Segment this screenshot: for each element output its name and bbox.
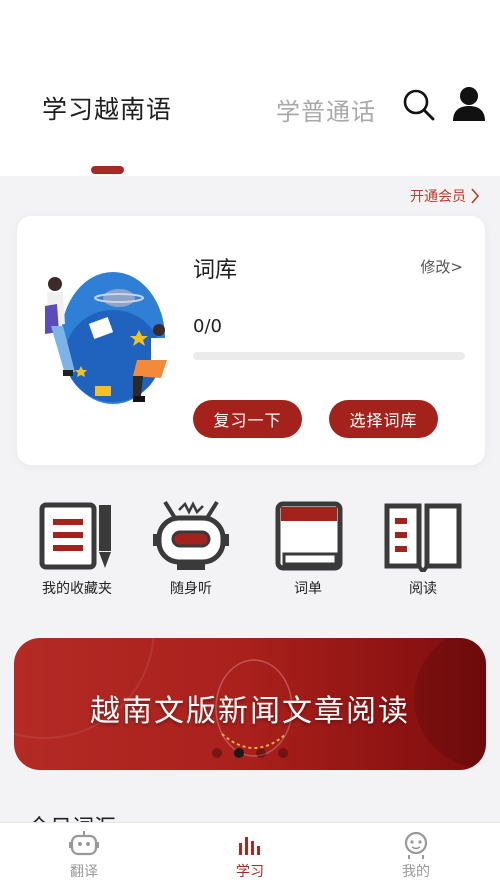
tab-learn-mandarin[interactable]: 学普通话 (276, 92, 376, 127)
quick-action-label: 阅读 (409, 581, 437, 597)
user-icon[interactable] (452, 86, 486, 122)
carousel-dot[interactable] (278, 748, 288, 758)
open-book-icon (384, 503, 462, 572)
quick-action-listen[interactable]: 随身听 (141, 500, 241, 598)
bars-icon (239, 837, 260, 855)
book-icon (275, 501, 343, 571)
vocab-card: 词库 修改> 0/0 复习一下 选择词库 (17, 216, 485, 465)
tab-learn-vietnamese[interactable]: 学习越南语 (42, 90, 172, 126)
top-header: 学习越南语 学普通话 (0, 0, 500, 176)
profile-icon (404, 831, 428, 859)
carousel-dot-active[interactable] (234, 748, 244, 758)
quick-action-label: 词单 (294, 581, 322, 597)
chevron-right-icon (471, 188, 480, 204)
vocab-edit-link[interactable]: 修改> (420, 256, 463, 277)
quick-action-label: 随身听 (170, 581, 212, 597)
carousel-dot[interactable] (256, 748, 266, 758)
open-vip-link[interactable]: 开通会员 (410, 186, 480, 206)
choose-wordbank-button[interactable]: 选择词库 (329, 400, 438, 438)
nav-label: 翻译 (70, 864, 98, 880)
carousel-dots (14, 748, 486, 758)
vocab-progress-text: 0/0 (193, 316, 222, 337)
nav-study[interactable]: 学习 (210, 831, 290, 881)
carousel-dot[interactable] (212, 748, 222, 758)
vip-link-label: 开通会员 (410, 189, 466, 205)
quick-action-label: 我的收藏夹 (42, 581, 112, 597)
nav-label: 学习 (236, 864, 264, 880)
active-tab-indicator (91, 166, 124, 174)
review-button[interactable]: 复习一下 (193, 400, 302, 438)
study-illustration (45, 272, 169, 404)
nav-label: 我的 (402, 864, 430, 880)
news-reading-banner[interactable]: 越南文版新闻文章阅读 (14, 638, 486, 770)
robot-icon (69, 831, 99, 856)
vocab-progress-bar (193, 352, 465, 360)
robot-radio-icon (153, 500, 229, 570)
search-icon[interactable] (402, 88, 436, 122)
quick-action-favorites[interactable]: 我的收藏夹 (27, 500, 127, 598)
banner-title: 越南文版新闻文章阅读 (90, 694, 410, 729)
quick-action-wordlist[interactable]: 词单 (258, 500, 358, 598)
nav-profile[interactable]: 我的 (376, 831, 456, 881)
notebook-pen-icon (39, 502, 111, 570)
vocab-title: 词库 (193, 258, 238, 283)
quick-action-reading[interactable]: 阅读 (373, 500, 473, 598)
bottom-nav: 翻译 学习 我的 (0, 822, 500, 888)
nav-translate[interactable]: 翻译 (44, 831, 124, 881)
